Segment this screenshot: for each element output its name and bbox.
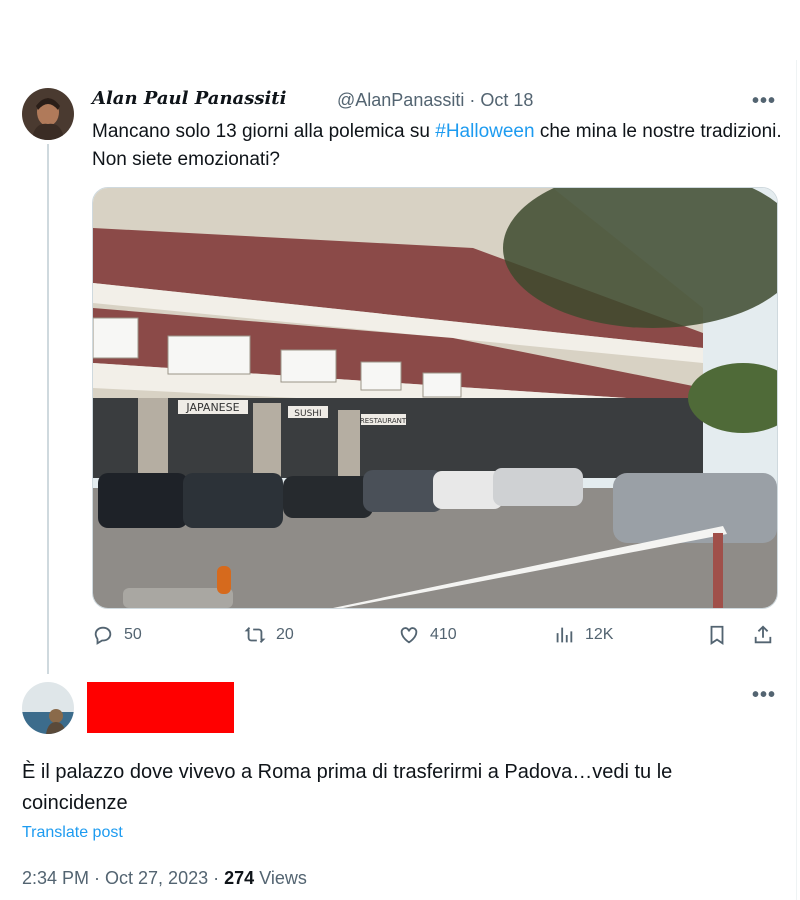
like-button[interactable]: 410 <box>398 624 457 646</box>
separator: · <box>469 90 476 110</box>
more-options-icon[interactable]: ••• <box>752 90 776 113</box>
reply-count: 50 <box>124 626 142 643</box>
hashtag-link[interactable]: #Halloween <box>435 121 534 142</box>
reply-text: È il palazzo dove vivevo a Roma prima di… <box>22 761 673 814</box>
tweet-text: Mancano solo 13 giorni alla polemica su … <box>92 118 782 174</box>
timeline-border <box>796 60 797 900</box>
reply-metadata: 2:34 PM · Oct 27, 2023 · 274 Views <box>22 868 307 889</box>
translate-post-link[interactable]: Translate post <box>22 824 123 842</box>
reply-timestamp[interactable]: 2:34 PM · Oct 27, 2023 <box>22 868 208 888</box>
share-icon <box>754 625 772 644</box>
separator: · <box>213 868 220 888</box>
reply-views-label: Views <box>259 868 307 888</box>
share-button[interactable] <box>752 624 774 646</box>
thread-connector <box>47 144 49 674</box>
views-button[interactable]: 12K <box>553 624 613 646</box>
heart-icon <box>400 627 418 644</box>
reply-button[interactable]: 50 <box>92 624 142 646</box>
tweet-media-photo[interactable]: JAPANESE SUSHI RESTAURANT <box>92 187 778 609</box>
like-count: 410 <box>430 626 457 643</box>
tweet-text-part: Mancano solo 13 giorni alla polemica su <box>92 121 436 142</box>
reply-more-options-icon[interactable]: ••• <box>752 684 776 707</box>
redacted-username <box>87 682 234 733</box>
bookmark-icon <box>710 625 724 645</box>
building-photo: JAPANESE SUSHI RESTAURANT <box>93 188 777 608</box>
reply-author-avatar[interactable] <box>22 682 74 734</box>
storefront-sign: SUSHI <box>294 409 321 419</box>
analytics-icon <box>556 627 573 643</box>
tweet-date[interactable]: Oct 18 <box>480 90 533 110</box>
storefront-sign: JAPANESE <box>185 401 239 414</box>
repost-button[interactable]: 20 <box>244 624 294 646</box>
reply-icon <box>94 626 112 645</box>
repost-icon <box>244 627 266 643</box>
repost-count: 20 <box>276 626 294 643</box>
author-avatar[interactable] <box>22 88 74 140</box>
storefront-sign: RESTAURANT <box>360 417 407 425</box>
views-count: 12K <box>585 626 614 643</box>
reply-views-count: 274 <box>224 868 255 888</box>
author-handle-date[interactable]: @AlanPanassiti · Oct 18 <box>337 90 533 111</box>
tweet-action-bar: 50 20 410 12K <box>92 624 782 652</box>
author-handle[interactable]: @AlanPanassiti <box>337 90 464 110</box>
bookmark-button[interactable] <box>706 624 728 646</box>
author-name[interactable]: Alan Paul Panassiti <box>92 88 286 109</box>
